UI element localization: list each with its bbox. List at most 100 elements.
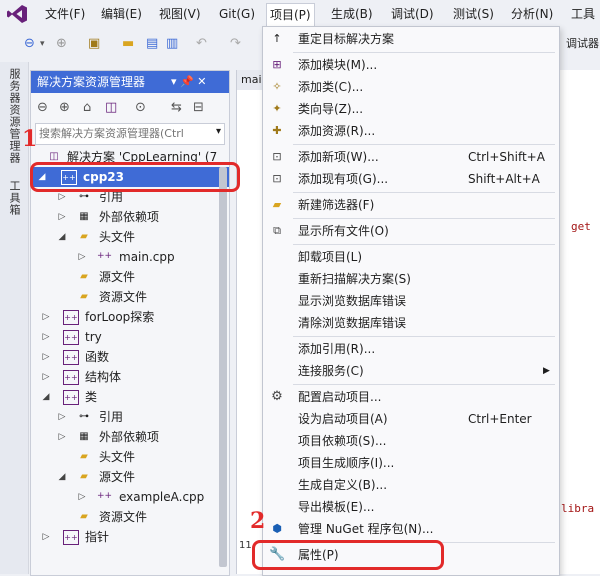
expand-arrow-icon[interactable]: ▷ — [41, 367, 51, 387]
tree-item-label: 外部依赖项 — [99, 430, 160, 444]
tree-scrollbar[interactable] — [219, 167, 227, 567]
menu-item-rescan-solution[interactable]: 重新扫描解决方案(S) — [263, 268, 559, 290]
tree-item[interactable]: ▷ ++ 指针 — [31, 527, 229, 547]
tree-item[interactable]: ▷ ▦ 外部依赖项 — [31, 207, 229, 227]
menu-item-add-new-item[interactable]: ⊡ 添加新项(W)... Ctrl+Shift+A — [263, 146, 559, 168]
menu-debug[interactable]: 调试(D) — [388, 5, 437, 23]
menu-item-add-existing-item[interactable]: ⊡ 添加现有项(G)... Shift+Alt+A — [263, 168, 559, 190]
new-project-icon[interactable]: ▣ — [88, 36, 100, 52]
menu-view[interactable]: 视图(V) — [156, 5, 204, 23]
menu-item-add-module[interactable]: ⊞ 添加模块(M)... — [263, 54, 559, 76]
submenu-arrow-icon: ▶ — [543, 366, 550, 376]
expand-arrow-icon[interactable]: ▷ — [77, 247, 87, 267]
forward-icon[interactable]: ⊕ — [59, 100, 70, 116]
menu-item-export-template[interactable]: 导出模板(E)... — [263, 496, 559, 518]
menu-item-show-db-errors[interactable]: 显示浏览数据库错误 — [263, 290, 559, 312]
menu-item-build-order[interactable]: 项目生成顺序(I)... — [263, 452, 559, 474]
collapse-all-icon[interactable]: ⊟ — [193, 100, 204, 116]
menu-item-add-resource[interactable]: ✚ 添加资源(R)... — [263, 120, 559, 142]
sync-icon[interactable]: ⇆ — [171, 100, 182, 116]
menu-item-add-class[interactable]: ✧ 添加类(C)... — [263, 76, 559, 98]
forward-icon[interactable]: ⊕ — [56, 36, 67, 52]
back-icon[interactable]: ⊖ — [24, 36, 35, 52]
menu-item-show-all-files[interactable]: ⧉ 显示所有文件(O) — [263, 220, 559, 242]
history-icon[interactable]: ⊙ — [135, 100, 146, 116]
menu-project[interactable]: 项目(P) — [266, 3, 315, 28]
visual-studio-logo-icon[interactable] — [6, 4, 28, 24]
references-icon: ⊶ — [79, 411, 89, 422]
collapse-arrow-icon[interactable]: ◢ — [41, 387, 51, 407]
menu-item-build-customizations[interactable]: 生成自定义(B)... — [263, 474, 559, 496]
menu-item-manage-nuget[interactable]: ⬢ 管理 NuGet 程序包(N)... — [263, 518, 559, 540]
menu-item-retarget-solution[interactable]: ↑ 重定目标解决方案 — [263, 28, 559, 50]
panel-window-controls[interactable]: ▾ 📌 ✕ — [171, 71, 206, 93]
menu-item-new-filter[interactable]: ▰ 新建筛选器(F) — [263, 194, 559, 216]
undo-icon[interactable]: ↶ — [196, 36, 207, 52]
home-icon[interactable]: ⌂ — [83, 100, 91, 116]
collapse-arrow-icon[interactable]: ◢ — [57, 467, 67, 487]
tree-item[interactable]: ▰ 资源文件 — [31, 507, 229, 527]
save-all-icon[interactable]: ▥ — [166, 36, 178, 52]
menu-item-label: 导出模板(E)... — [298, 500, 375, 514]
tree-item[interactable]: ▰ 头文件 — [31, 447, 229, 467]
tree-item[interactable]: ▷ ++ forLoop探索 — [31, 307, 229, 327]
tree-item[interactable]: ▷ ++ 函数 — [31, 347, 229, 367]
expand-arrow-icon[interactable]: ▷ — [41, 307, 51, 327]
menu-test[interactable]: 测试(S) — [450, 5, 497, 23]
menu-build[interactable]: 生成(B) — [328, 5, 376, 23]
tree-item[interactable]: ◢ ▰ 源文件 — [31, 467, 229, 487]
open-folder-icon[interactable]: ▬ — [122, 36, 134, 52]
switch-views-icon[interactable]: ◫ — [105, 100, 117, 116]
expand-arrow-icon[interactable]: ▷ — [41, 347, 51, 367]
tree-item[interactable]: ◢ ++ 类 — [31, 387, 229, 407]
cpp-file-icon: ++ — [97, 251, 113, 261]
menu-edit[interactable]: 编辑(E) — [98, 5, 145, 23]
expand-arrow-icon[interactable]: ▷ — [41, 327, 51, 347]
server-explorer-tab[interactable]: 服务器资源管理器 — [6, 68, 22, 164]
menu-tools[interactable]: 工具 — [568, 5, 598, 23]
tree-item-label: 类 — [85, 390, 98, 404]
menu-item-clear-db-errors[interactable]: 清除浏览数据库错误 — [263, 312, 559, 334]
redo-icon[interactable]: ↷ — [230, 36, 241, 52]
expand-arrow-icon[interactable]: ▷ — [77, 487, 87, 507]
tree-item[interactable]: ▷ ++ exampleA.cpp — [31, 487, 229, 507]
expand-arrow-icon[interactable]: ▷ — [57, 407, 67, 427]
menu-item-unload-project[interactable]: 卸载项目(L) — [263, 246, 559, 268]
menu-item-add-reference[interactable]: 添加引用(R)... — [263, 338, 559, 360]
menu-git[interactable]: Git(G) — [216, 5, 258, 23]
save-icon[interactable]: ▤ — [146, 36, 158, 52]
expand-arrow-icon[interactable]: ▷ — [41, 527, 51, 547]
tree-item-label: 指针 — [85, 530, 110, 544]
search-dropdown-icon[interactable]: ▾ — [216, 126, 221, 137]
menu-item-project-dependencies[interactable]: 项目依赖项(S)... — [263, 430, 559, 452]
tree-item[interactable]: ▷ ++ try — [31, 327, 229, 347]
expand-arrow-icon[interactable]: ▷ — [57, 207, 67, 227]
menu-item-class-wizard[interactable]: ✦ 类向导(Z)... — [263, 98, 559, 120]
menu-file[interactable]: 文件(F) — [42, 5, 88, 23]
menu-item-shortcut: Shift+Alt+A — [468, 172, 540, 186]
solution-explorer-panel: 解决方案资源管理器 ▾ 📌 ✕ ⊖ ⊕ ⌂ ◫ ⊙ ⇆ ⊟ ▾ ◫ 解决方案 '… — [30, 70, 230, 576]
tree-item[interactable]: ▰ 源文件 — [31, 267, 229, 287]
menu-item-label: 类向导(Z)... — [298, 102, 364, 116]
show-all-files-icon: ⧉ — [273, 224, 281, 237]
menu-item-label: 设为启动项目(A) — [298, 412, 388, 426]
back-dropdown-icon[interactable]: ▾ — [40, 36, 45, 52]
solution-search-box[interactable]: ▾ — [35, 123, 225, 145]
menu-item-connected-services[interactable]: 连接服务(C) ▶ — [263, 360, 559, 382]
menu-analyze[interactable]: 分析(N) — [508, 5, 556, 23]
solution-search-input[interactable] — [36, 124, 212, 142]
tree-item[interactable]: ◢ ▰ 头文件 — [31, 227, 229, 247]
expand-arrow-icon[interactable]: ▷ — [57, 427, 67, 447]
tree-item[interactable]: ▷ ++ main.cpp — [31, 247, 229, 267]
toolbox-tab[interactable]: 工具箱 — [6, 180, 22, 216]
tree-item[interactable]: ▰ 资源文件 — [31, 287, 229, 307]
menu-item-label: 管理 NuGet 程序包(N)... — [298, 522, 434, 536]
folder-icon: ▰ — [80, 451, 88, 462]
tree-item[interactable]: ▷ ⊶ 引用 — [31, 407, 229, 427]
back-icon[interactable]: ⊖ — [37, 100, 48, 116]
tree-item[interactable]: ▷ ++ 结构体 — [31, 367, 229, 387]
tree-item[interactable]: ▷ ▦ 外部依赖项 — [31, 427, 229, 447]
menu-item-configure-startup[interactable]: ⚙ 配置启动项目... — [263, 386, 559, 408]
collapse-arrow-icon[interactable]: ◢ — [57, 227, 67, 247]
menu-item-set-startup[interactable]: 设为启动项目(A) Ctrl+Enter — [263, 408, 559, 430]
